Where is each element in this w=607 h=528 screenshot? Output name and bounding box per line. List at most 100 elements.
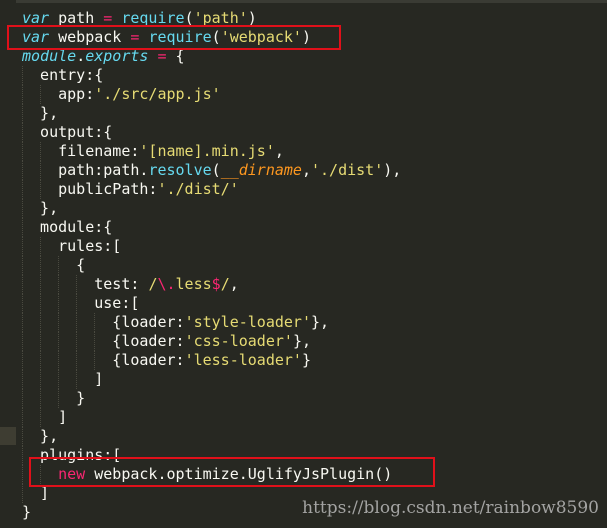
code-token: module:{ (22, 218, 113, 236)
code-line: filename:'[name].min.js', (22, 142, 401, 161)
indent-guide (22, 332, 23, 351)
code-line: new webpack.optimize.UglifyJsPlugin() (22, 465, 401, 484)
code-area[interactable]: var path = require('path') var webpack = … (22, 9, 401, 522)
indent-guide (94, 351, 96, 370)
indent-guide (22, 66, 23, 85)
code-token: . (76, 47, 86, 65)
tab-bar-edge (0, 0, 607, 3)
indent-guide (40, 313, 42, 332)
indent-guide (22, 237, 23, 256)
code-token: {loader: (22, 332, 185, 350)
indent-guide (58, 389, 60, 408)
indent-guide (94, 313, 96, 332)
indent-guide (22, 180, 23, 199)
code-token: new (58, 465, 86, 483)
indent-guide (22, 446, 23, 465)
indent-guide (76, 313, 78, 332)
code-token: } (22, 389, 86, 407)
code-token: 'webpack' (220, 28, 302, 46)
code-token: './dist' (311, 161, 384, 179)
code-token: {loader: (22, 313, 185, 331)
indent-guide (22, 427, 23, 446)
indent-guide (58, 370, 60, 389)
code-line: }, (22, 427, 401, 446)
code-token: }, (311, 313, 330, 331)
code-line: path:path.resolve(__dirname,'./dist'), (22, 161, 401, 180)
indent-guide (40, 237, 42, 256)
code-line: ] (22, 408, 401, 427)
code-token: app: (22, 85, 95, 103)
indent-guide (22, 218, 23, 237)
indent-guide (40, 161, 42, 180)
code-token: , (229, 275, 239, 293)
indent-guide (76, 351, 78, 370)
indent-guide (22, 294, 23, 313)
code-line: module.exports = { (22, 47, 401, 66)
code-token: less (175, 275, 212, 293)
code-line: use:[ (22, 294, 401, 313)
indent-guide (40, 275, 42, 294)
indent-guide (40, 142, 42, 161)
code-token: } (22, 503, 32, 521)
code-line: var webpack = require('webpack') (22, 28, 401, 47)
indent-guide (22, 275, 23, 294)
code-token: }, (22, 199, 59, 217)
indent-guide (22, 484, 23, 503)
code-token: plugins:[ (22, 446, 122, 464)
code-line: {loader:'style-loader'}, (22, 313, 401, 332)
code-token: ) (247, 9, 257, 27)
code-token: webpack.optimize.UglifyJsPlugin() (85, 465, 393, 483)
indent-guide (22, 465, 23, 484)
indent-guide (40, 465, 42, 484)
code-token: }, (292, 332, 311, 350)
code-token: rules:[ (22, 237, 122, 255)
indent-guide (40, 408, 42, 427)
code-token: ( (211, 28, 221, 46)
code-line: {loader:'less-loader'} (22, 351, 401, 370)
code-line: var path = require('path') (22, 9, 401, 28)
indent-guide (40, 389, 42, 408)
code-line: rules:[ (22, 237, 401, 256)
current-line-marker (0, 427, 16, 445)
code-token: }, (22, 104, 59, 122)
indent-guide (22, 256, 23, 275)
indent-guide (22, 104, 23, 123)
code-token: '[name].min.js' (139, 142, 275, 160)
code-token: var (22, 28, 50, 46)
code-token: }, (22, 427, 59, 445)
code-line: } (22, 389, 401, 408)
code-token: {loader: (22, 351, 185, 369)
code-line: publicPath:'./dist/' (22, 180, 401, 199)
indent-guide (22, 142, 23, 161)
code-token: ( (184, 9, 194, 27)
indent-guide (58, 313, 60, 332)
line-gutter (0, 0, 16, 528)
indent-guide (22, 389, 23, 408)
code-token: entry:{ (22, 66, 104, 84)
indent-guide (40, 351, 42, 370)
code-token: ] (22, 408, 68, 426)
code-token: 'path' (193, 9, 248, 27)
code-token: = (157, 47, 167, 65)
code-token: { (166, 47, 185, 65)
indent-guide (40, 180, 42, 199)
indent-guide (58, 332, 60, 351)
indent-guide (22, 408, 23, 427)
code-token: __dirname (220, 161, 302, 179)
indent-guide (76, 294, 78, 313)
code-token: resolve (148, 161, 212, 179)
code-token: publicPath: (22, 180, 158, 198)
indent-guide (22, 370, 23, 389)
indent-guide (94, 332, 96, 351)
code-token: module (22, 47, 77, 65)
code-token: var (22, 9, 50, 27)
indent-guide (58, 294, 60, 313)
indent-guide (40, 256, 42, 275)
indent-guide (76, 332, 78, 351)
code-line: }, (22, 199, 401, 218)
code-line: entry:{ (22, 66, 401, 85)
code-editor[interactable]: var path = require('path') var webpack = … (0, 0, 607, 528)
code-token: , (301, 161, 311, 179)
code-token: 'css-loader' (184, 332, 293, 350)
code-token: path (49, 9, 104, 27)
